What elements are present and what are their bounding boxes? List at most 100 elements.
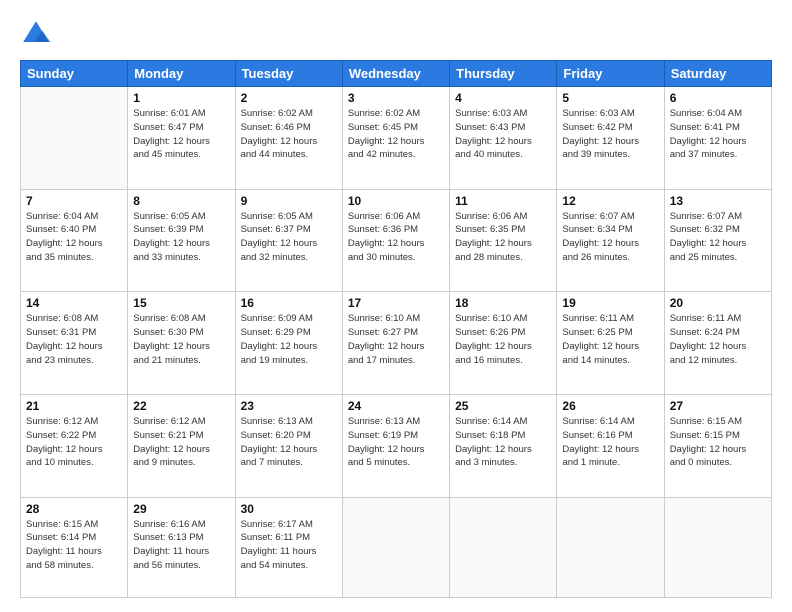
day-info: Sunrise: 6:04 AMSunset: 6:41 PMDaylight:… [670, 107, 766, 162]
day-number: 21 [26, 399, 122, 413]
day-info: Sunrise: 6:09 AMSunset: 6:29 PMDaylight:… [241, 312, 337, 367]
day-number: 30 [241, 502, 337, 516]
day-info: Sunrise: 6:07 AMSunset: 6:34 PMDaylight:… [562, 210, 658, 265]
week-row-2: 7Sunrise: 6:04 AMSunset: 6:40 PMDaylight… [21, 189, 772, 292]
day-info: Sunrise: 6:05 AMSunset: 6:39 PMDaylight:… [133, 210, 229, 265]
calendar-cell: 1 Sunrise: 6:01 AMSunset: 6:47 PMDaylight… [128, 87, 235, 190]
day-info: Sunrise: 6:04 AMSunset: 6:40 PMDaylight:… [26, 210, 122, 265]
calendar-cell: 29 Sunrise: 6:16 AMSunset: 6:13 PMDayligh… [128, 497, 235, 597]
day-number: 13 [670, 194, 766, 208]
calendar-cell: 26Sunrise: 6:14 AMSunset: 6:16 PMDayligh… [557, 395, 664, 498]
calendar-cell: 24 Sunrise: 6:13 AMSunset: 6:19 PMDayligh… [342, 395, 449, 498]
calendar-cell: 15 Sunrise: 6:08 AMSunset: 6:30 PMDayligh… [128, 292, 235, 395]
day-info: Sunrise: 6:08 AMSunset: 6:30 PMDaylight:… [133, 312, 229, 367]
day-info: Sunrise: 6:06 AMSunset: 6:36 PMDaylight:… [348, 210, 444, 265]
calendar-cell [450, 497, 557, 597]
col-header-wednesday: Wednesday [342, 61, 449, 87]
calendar-cell [342, 497, 449, 597]
day-info: Sunrise: 6:15 AMSunset: 6:14 PMDaylight:… [26, 518, 122, 573]
week-row-4: 21 Sunrise: 6:12 AMSunset: 6:22 PMDayligh… [21, 395, 772, 498]
day-info: Sunrise: 6:13 AMSunset: 6:20 PMDaylight:… [241, 415, 337, 470]
calendar-cell: 21 Sunrise: 6:12 AMSunset: 6:22 PMDayligh… [21, 395, 128, 498]
day-number: 17 [348, 296, 444, 310]
day-number: 3 [348, 91, 444, 105]
calendar-cell [21, 87, 128, 190]
calendar-cell: 10 Sunrise: 6:06 AMSunset: 6:36 PMDayligh… [342, 189, 449, 292]
calendar-cell: 23 Sunrise: 6:13 AMSunset: 6:20 PMDayligh… [235, 395, 342, 498]
col-header-saturday: Saturday [664, 61, 771, 87]
col-header-tuesday: Tuesday [235, 61, 342, 87]
day-number: 20 [670, 296, 766, 310]
day-number: 8 [133, 194, 229, 208]
day-info: Sunrise: 6:03 AMSunset: 6:43 PMDaylight:… [455, 107, 551, 162]
week-row-1: 1 Sunrise: 6:01 AMSunset: 6:47 PMDaylight… [21, 87, 772, 190]
day-number: 14 [26, 296, 122, 310]
calendar-cell: 18 Sunrise: 6:10 AMSunset: 6:26 PMDayligh… [450, 292, 557, 395]
day-info: Sunrise: 6:02 AMSunset: 6:46 PMDaylight:… [241, 107, 337, 162]
day-info: Sunrise: 6:11 AMSunset: 6:25 PMDaylight:… [562, 312, 658, 367]
day-number: 5 [562, 91, 658, 105]
day-info: Sunrise: 6:10 AMSunset: 6:27 PMDaylight:… [348, 312, 444, 367]
day-info: Sunrise: 6:14 AMSunset: 6:18 PMDaylight:… [455, 415, 551, 470]
calendar-cell: 2 Sunrise: 6:02 AMSunset: 6:46 PMDaylight… [235, 87, 342, 190]
day-number: 10 [348, 194, 444, 208]
day-info: Sunrise: 6:03 AMSunset: 6:42 PMDaylight:… [562, 107, 658, 162]
day-number: 28 [26, 502, 122, 516]
week-row-3: 14 Sunrise: 6:08 AMSunset: 6:31 PMDayligh… [21, 292, 772, 395]
day-info: Sunrise: 6:12 AMSunset: 6:22 PMDaylight:… [26, 415, 122, 470]
day-info: Sunrise: 6:13 AMSunset: 6:19 PMDaylight:… [348, 415, 444, 470]
col-header-friday: Friday [557, 61, 664, 87]
calendar-cell: 20Sunrise: 6:11 AMSunset: 6:24 PMDayligh… [664, 292, 771, 395]
day-number: 18 [455, 296, 551, 310]
day-number: 12 [562, 194, 658, 208]
day-number: 23 [241, 399, 337, 413]
col-header-thursday: Thursday [450, 61, 557, 87]
day-info: Sunrise: 6:07 AMSunset: 6:32 PMDaylight:… [670, 210, 766, 265]
day-number: 1 [133, 91, 229, 105]
header-row: SundayMondayTuesdayWednesdayThursdayFrid… [21, 61, 772, 87]
day-info: Sunrise: 6:08 AMSunset: 6:31 PMDaylight:… [26, 312, 122, 367]
day-number: 11 [455, 194, 551, 208]
calendar-cell: 4 Sunrise: 6:03 AMSunset: 6:43 PMDaylight… [450, 87, 557, 190]
calendar-cell: 27 Sunrise: 6:15 AMSunset: 6:15 PMDayligh… [664, 395, 771, 498]
calendar-cell: 9 Sunrise: 6:05 AMSunset: 6:37 PMDaylight… [235, 189, 342, 292]
day-number: 2 [241, 91, 337, 105]
page: SundayMondayTuesdayWednesdayThursdayFrid… [0, 0, 792, 612]
day-info: Sunrise: 6:14 AMSunset: 6:16 PMDaylight:… [562, 415, 658, 470]
calendar-cell: 3Sunrise: 6:02 AMSunset: 6:45 PMDaylight… [342, 87, 449, 190]
calendar-cell: 14 Sunrise: 6:08 AMSunset: 6:31 PMDayligh… [21, 292, 128, 395]
day-number: 9 [241, 194, 337, 208]
day-number: 25 [455, 399, 551, 413]
col-header-monday: Monday [128, 61, 235, 87]
day-info: Sunrise: 6:16 AMSunset: 6:13 PMDaylight:… [133, 518, 229, 573]
day-info: Sunrise: 6:05 AMSunset: 6:37 PMDaylight:… [241, 210, 337, 265]
calendar-cell: 12 Sunrise: 6:07 AMSunset: 6:34 PMDayligh… [557, 189, 664, 292]
header [20, 18, 772, 50]
col-header-sunday: Sunday [21, 61, 128, 87]
day-number: 24 [348, 399, 444, 413]
calendar-cell [557, 497, 664, 597]
calendar-cell: 30 Sunrise: 6:17 AMSunset: 6:11 PMDayligh… [235, 497, 342, 597]
calendar-cell: 6 Sunrise: 6:04 AMSunset: 6:41 PMDaylight… [664, 87, 771, 190]
day-info: Sunrise: 6:10 AMSunset: 6:26 PMDaylight:… [455, 312, 551, 367]
day-info: Sunrise: 6:17 AMSunset: 6:11 PMDaylight:… [241, 518, 337, 573]
calendar-cell: 13 Sunrise: 6:07 AMSunset: 6:32 PMDayligh… [664, 189, 771, 292]
day-number: 6 [670, 91, 766, 105]
day-number: 4 [455, 91, 551, 105]
calendar-table: SundayMondayTuesdayWednesdayThursdayFrid… [20, 60, 772, 598]
day-number: 16 [241, 296, 337, 310]
day-number: 19 [562, 296, 658, 310]
calendar-cell: 5 Sunrise: 6:03 AMSunset: 6:42 PMDaylight… [557, 87, 664, 190]
calendar-cell: 11 Sunrise: 6:06 AMSunset: 6:35 PMDayligh… [450, 189, 557, 292]
day-number: 27 [670, 399, 766, 413]
day-number: 15 [133, 296, 229, 310]
day-info: Sunrise: 6:01 AMSunset: 6:47 PMDaylight:… [133, 107, 229, 162]
day-number: 29 [133, 502, 229, 516]
calendar-cell: 16 Sunrise: 6:09 AMSunset: 6:29 PMDayligh… [235, 292, 342, 395]
logo [20, 18, 56, 50]
logo-icon [20, 18, 52, 50]
day-info: Sunrise: 6:12 AMSunset: 6:21 PMDaylight:… [133, 415, 229, 470]
calendar-cell: 8 Sunrise: 6:05 AMSunset: 6:39 PMDaylight… [128, 189, 235, 292]
day-info: Sunrise: 6:15 AMSunset: 6:15 PMDaylight:… [670, 415, 766, 470]
day-info: Sunrise: 6:06 AMSunset: 6:35 PMDaylight:… [455, 210, 551, 265]
